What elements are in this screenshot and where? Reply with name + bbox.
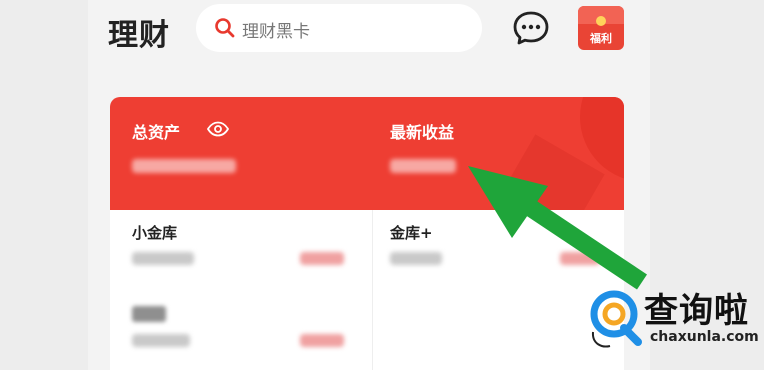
watermark-url: chaxunla.com (650, 329, 759, 345)
watermark-logo-icon (588, 288, 644, 356)
watermark-name: 查询啦 (644, 291, 749, 331)
